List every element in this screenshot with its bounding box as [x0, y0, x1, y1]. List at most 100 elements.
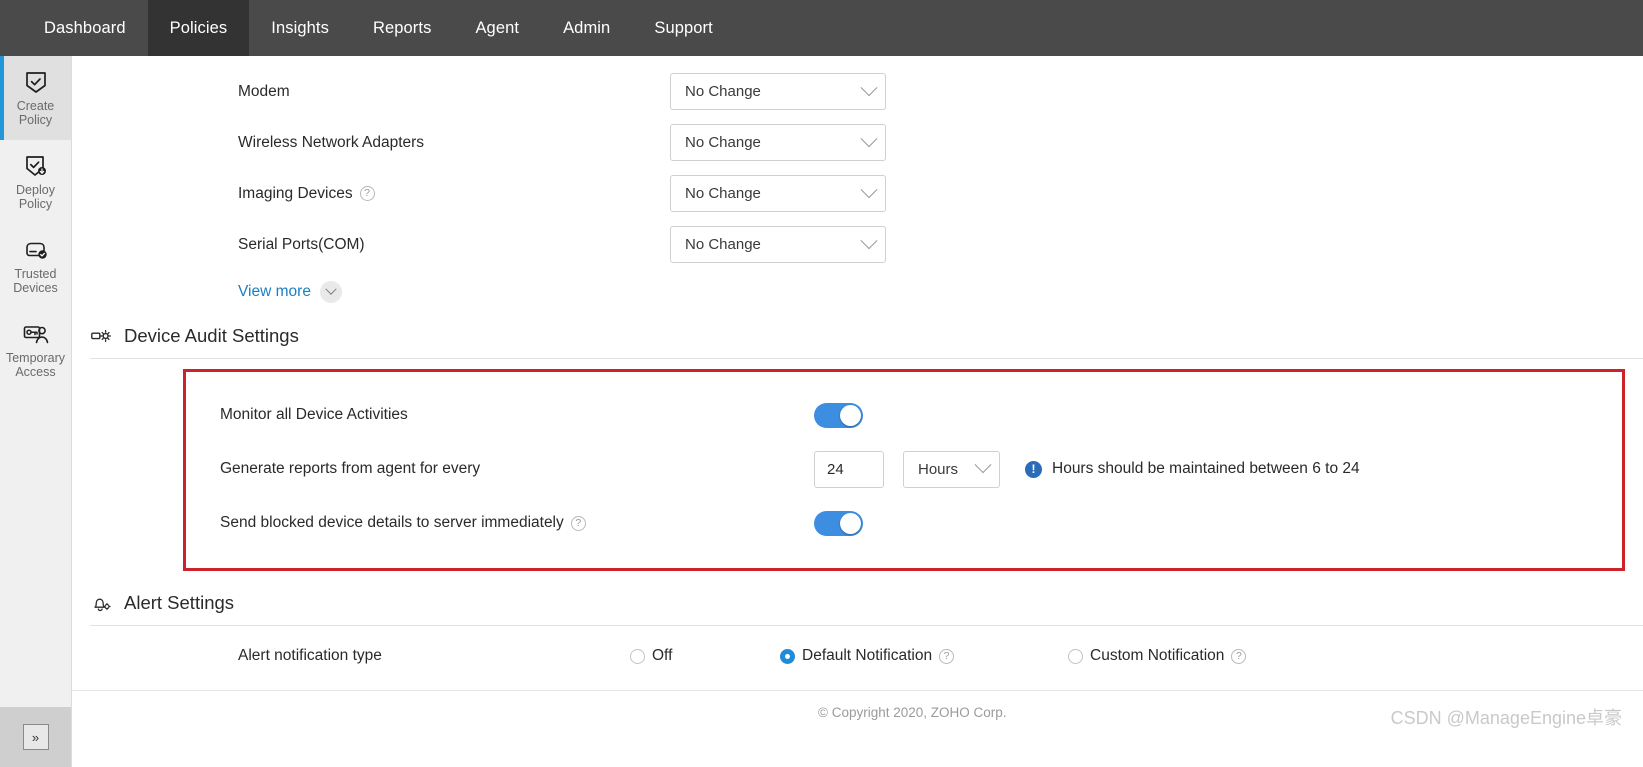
device-row-label: Imaging Devices [238, 185, 353, 203]
nav-item-insights[interactable]: Insights [249, 0, 351, 56]
shield-deploy-icon [24, 153, 48, 179]
nav-label: Insights [271, 19, 329, 38]
top-navigation: Dashboard Policies Insights Reports Agen… [0, 0, 1643, 56]
radio-button[interactable] [630, 649, 645, 664]
radio-label: Off [652, 647, 672, 665]
chevron-down-icon [320, 281, 342, 303]
row-label: Imaging Devices ? [238, 185, 670, 203]
chevron-down-icon [861, 79, 878, 96]
nav-label: Reports [373, 19, 431, 38]
sidebar-item-deploy-policy[interactable]: Deploy Policy [0, 140, 71, 224]
select-value: Hours [918, 461, 977, 478]
sidebar-item-create-policy[interactable]: Create Policy [0, 56, 71, 140]
select-value: No Change [685, 134, 863, 151]
info-icon: ! [1025, 461, 1042, 478]
serial-ports-select[interactable]: No Change [670, 226, 886, 263]
app-root: Dashboard Policies Insights Reports Agen… [0, 0, 1643, 767]
radio-option-default-notification[interactable]: Default Notification ? [780, 647, 1068, 665]
radio-label: Custom Notification [1090, 647, 1224, 665]
toggle-knob [840, 513, 861, 534]
row-label: Alert notification type [238, 647, 630, 665]
watermark-text: CSDN @ManageEngine卓豪 [1391, 704, 1622, 730]
alert-notification-radio-group: Off Default Notification ? Custom Notifi… [630, 647, 1246, 665]
radio-option-custom-notification[interactable]: Custom Notification ? [1068, 647, 1246, 665]
left-sidebar: Create Policy Deploy Policy [0, 56, 72, 767]
row-label: Send blocked device details to server im… [220, 514, 814, 532]
double-chevron-right-icon: » [32, 730, 39, 745]
view-more-row: View more [72, 270, 1643, 314]
radio-option-off[interactable]: Off [630, 647, 780, 665]
sidebar-item-label: Trusted Devices [13, 267, 57, 295]
imaging-devices-select[interactable]: No Change [670, 175, 886, 212]
copyright-text: © Copyright 2020, ZOHO Corp. [818, 705, 1007, 720]
sidebar-item-label: Create Policy [17, 99, 55, 127]
row-label: Monitor all Device Activities [220, 406, 814, 424]
device-row-wireless-network-adapters: Wireless Network Adapters No Change [72, 117, 1643, 168]
sidebar-item-label: Temporary Access [6, 351, 65, 379]
monitor-activities-toggle[interactable] [814, 403, 863, 428]
nav-item-agent[interactable]: Agent [453, 0, 541, 56]
device-check-icon [23, 237, 49, 263]
send-blocked-toggle[interactable] [814, 511, 863, 536]
nav-label: Agent [475, 19, 519, 38]
report-interval-input[interactable] [814, 451, 884, 488]
sidebar-item-label: Deploy Policy [16, 183, 55, 211]
sidebar-collapse-button[interactable]: » [23, 724, 49, 750]
sidebar-collapse-area: » [0, 707, 71, 767]
help-icon[interactable]: ? [1231, 649, 1246, 664]
row-send-blocked-device-details: Send blocked device details to server im… [186, 496, 1622, 550]
shield-check-icon [24, 69, 48, 95]
help-icon[interactable]: ? [360, 186, 375, 201]
nav-label: Support [654, 19, 713, 38]
sidebar-item-temporary-access[interactable]: Temporary Access [0, 308, 71, 392]
alert-notification-type-label: Alert notification type [238, 647, 382, 665]
modem-select[interactable]: No Change [670, 73, 886, 110]
radio-button-selected[interactable] [780, 649, 795, 664]
device-row-serial-ports: Serial Ports(COM) No Change [72, 219, 1643, 270]
select-value: No Change [685, 185, 863, 202]
bell-settings-icon [90, 594, 112, 613]
chevron-down-icon [861, 130, 878, 147]
select-value: No Change [685, 236, 863, 253]
nav-label: Admin [563, 19, 610, 38]
device-row-label: Serial Ports(COM) [238, 236, 365, 254]
view-more-link[interactable]: View more [238, 281, 342, 303]
nav-label: Dashboard [44, 19, 126, 38]
generate-reports-label: Generate reports from agent for every [220, 460, 480, 478]
device-row-imaging-devices: Imaging Devices ? No Change [72, 168, 1643, 219]
device-row-label: Modem [238, 83, 290, 101]
report-interval-unit-select[interactable]: Hours [903, 451, 1000, 488]
view-more-label: View more [238, 283, 311, 301]
device-row-label: Wireless Network Adapters [238, 134, 424, 152]
wireless-network-adapters-select[interactable]: No Change [670, 124, 886, 161]
nav-item-admin[interactable]: Admin [541, 0, 632, 56]
toggle-knob [840, 405, 861, 426]
hint-text: Hours should be maintained between 6 to … [1052, 460, 1360, 478]
nav-item-reports[interactable]: Reports [351, 0, 453, 56]
section-title: Device Audit Settings [124, 325, 299, 347]
row-label: Wireless Network Adapters [238, 134, 670, 152]
main-content: Modem No Change Wireless Network Adapter… [72, 56, 1643, 767]
row-alert-notification-type: Alert notification type Off Default Noti… [72, 626, 1643, 686]
nav-item-support[interactable]: Support [632, 0, 735, 56]
help-icon[interactable]: ? [939, 649, 954, 664]
row-label: Generate reports from agent for every [220, 460, 814, 478]
nav-item-dashboard[interactable]: Dashboard [22, 0, 148, 56]
help-icon[interactable]: ? [571, 516, 586, 531]
report-interval-hint: ! Hours should be maintained between 6 t… [1025, 460, 1360, 478]
section-title: Alert Settings [124, 592, 234, 614]
divider [90, 358, 1643, 359]
radio-label: Default Notification [802, 647, 932, 665]
send-blocked-label: Send blocked device details to server im… [220, 514, 564, 532]
section-header-alert-settings: Alert Settings [72, 581, 1643, 625]
nav-item-policies[interactable]: Policies [148, 0, 250, 56]
device-row-modem: Modem No Change [72, 66, 1643, 117]
device-settings-icon [90, 329, 112, 343]
row-label: Modem [238, 83, 670, 101]
chevron-down-icon [975, 456, 992, 473]
sidebar-item-trusted-devices[interactable]: Trusted Devices [0, 224, 71, 308]
monitor-activities-label: Monitor all Device Activities [220, 406, 408, 424]
select-value: No Change [685, 83, 863, 100]
temporary-access-icon [22, 321, 50, 347]
radio-button[interactable] [1068, 649, 1083, 664]
